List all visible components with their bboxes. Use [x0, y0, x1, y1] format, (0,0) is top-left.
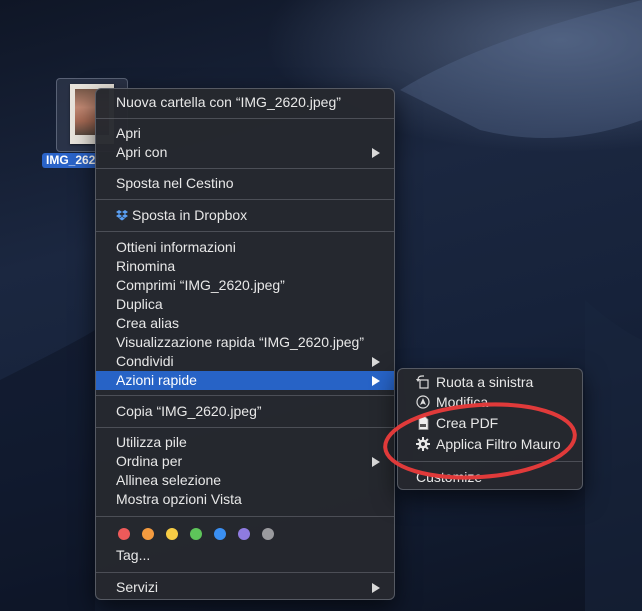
menu-item-label: Condividi [116, 353, 174, 369]
tag-yellow-icon[interactable] [166, 528, 178, 540]
tag-orange-icon[interactable] [142, 528, 154, 540]
submenu-arrow-icon [372, 148, 380, 158]
menu-item-services[interactable]: Servizi [96, 578, 394, 597]
menu-separator [96, 427, 394, 428]
menu-item-compress[interactable]: Comprimi “IMG_2620.jpeg” [96, 276, 394, 295]
menu-item-use-stacks[interactable]: Utilizza pile [96, 433, 394, 452]
menu-item-label: Apri con [116, 144, 168, 160]
menu-separator [96, 118, 394, 119]
menu-separator [96, 231, 394, 232]
menu-item-label: Sposta in Dropbox [132, 207, 248, 223]
menu-separator [96, 395, 394, 396]
submenu-item-create-pdf[interactable]: Crea PDF [398, 413, 582, 433]
menu-item-share[interactable]: Condividi [96, 352, 394, 371]
submenu-item-markup[interactable]: Modifica [398, 392, 582, 412]
menu-item-get-info[interactable]: Ottieni informazioni [96, 238, 394, 257]
menu-item-move-to-trash[interactable]: Sposta nel Cestino [96, 174, 394, 193]
menu-item-new-folder[interactable]: Nuova cartella con “IMG_2620.jpeg” [96, 93, 394, 112]
menu-item-tags[interactable]: Tag... [96, 546, 394, 565]
tag-green-icon[interactable] [190, 528, 202, 540]
submenu-item-label: Applica Filtro Mauro [436, 436, 561, 452]
submenu-item-label: Crea PDF [436, 415, 499, 431]
dropbox-icon [116, 210, 128, 221]
menu-item-label: Azioni rapide [116, 372, 197, 388]
menu-item-label: Ordina per [116, 453, 183, 469]
submenu-arrow-icon [372, 376, 380, 386]
menu-item-label: Servizi [116, 579, 159, 595]
menu-item-make-alias[interactable]: Crea alias [96, 314, 394, 333]
submenu-item-label: Ruota a sinistra [436, 374, 534, 390]
menu-item-move-to-dropbox[interactable]: Sposta in Dropbox [96, 206, 394, 225]
menu-separator [96, 516, 394, 517]
markup-icon [416, 395, 430, 409]
tag-red-icon[interactable] [118, 528, 130, 540]
menu-item-copy[interactable]: Copia “IMG_2620.jpeg” [96, 402, 394, 421]
submenu-item-customize[interactable]: Customize [398, 467, 582, 487]
menu-item-open[interactable]: Apri [96, 124, 394, 143]
submenu-arrow-icon [372, 357, 380, 367]
submenu-item-rotate-left[interactable]: Ruota a sinistra [398, 372, 582, 392]
tag-gray-icon[interactable] [262, 528, 274, 540]
menu-item-rename[interactable]: Rinomina [96, 257, 394, 276]
menu-item-quick-look[interactable]: Visualizzazione rapida “IMG_2620.jpeg” [96, 333, 394, 352]
file-name-label[interactable]: IMG_262 [42, 153, 100, 168]
submenu-item-apply-filter[interactable]: Applica Filtro Mauro [398, 434, 582, 454]
pdf-document-icon [418, 416, 429, 430]
menu-item-clean-up-selection[interactable]: Allinea selezione [96, 471, 394, 490]
menu-separator [96, 168, 394, 169]
menu-item-show-view-options[interactable]: Mostra opzioni Vista [96, 490, 394, 509]
submenu-arrow-icon [372, 583, 380, 593]
submenu-item-label: Modifica [436, 394, 489, 410]
submenu-arrow-icon [372, 457, 380, 467]
rotate-left-icon [416, 375, 429, 389]
context-menu: Nuova cartella con “IMG_2620.jpeg” Apri … [95, 88, 395, 600]
tag-blue-icon[interactable] [214, 528, 226, 540]
menu-item-duplicate[interactable]: Duplica [96, 295, 394, 314]
menu-item-sort-by[interactable]: Ordina per [96, 452, 394, 471]
menu-separator [96, 199, 394, 200]
quick-actions-submenu: Ruota a sinistra Modifica Crea PDF Appli… [397, 368, 583, 490]
menu-item-open-with[interactable]: Apri con [96, 143, 394, 162]
menu-separator [96, 572, 394, 573]
menu-separator [398, 461, 582, 462]
menu-item-quick-actions[interactable]: Azioni rapide [96, 371, 394, 390]
tag-purple-icon[interactable] [238, 528, 250, 540]
gear-icon [416, 437, 430, 451]
